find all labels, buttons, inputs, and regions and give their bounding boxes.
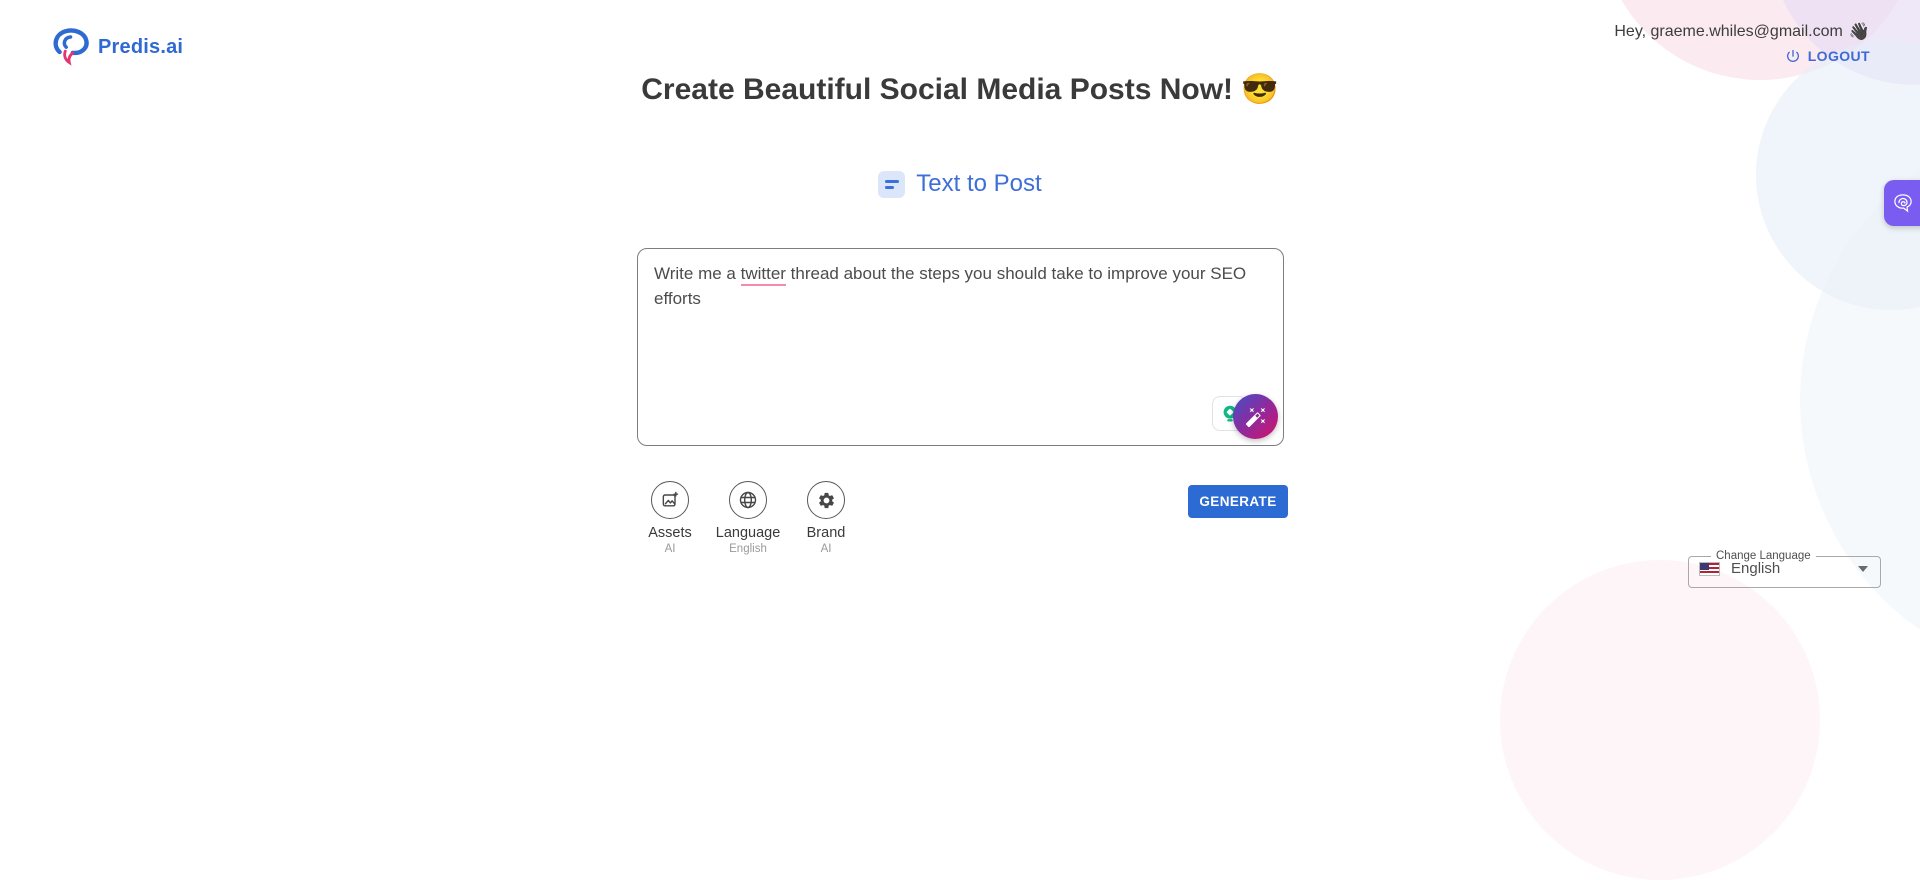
- prompt-text-before: Write me a: [654, 264, 741, 283]
- add-image-icon: [651, 481, 689, 519]
- change-language-select[interactable]: Change Language English: [1688, 550, 1881, 588]
- change-language-inner: English: [1699, 560, 1870, 577]
- brand-option-button[interactable]: Brand AI: [794, 481, 858, 555]
- brain-outline-icon: [1890, 190, 1916, 216]
- predis-logo[interactable]: Predis.ai: [50, 24, 183, 71]
- prompt-area: Write me a twitter thread about the step…: [637, 248, 1284, 446]
- language-label: Language: [715, 525, 781, 541]
- brand-name: Predis.ai: [98, 36, 184, 58]
- logout-button[interactable]: LOGOUT: [1785, 48, 1870, 64]
- generate-button[interactable]: GENERATE: [1188, 485, 1288, 518]
- magic-wand-icon: [1245, 406, 1267, 428]
- logout-label: LOGOUT: [1807, 48, 1870, 64]
- globe-icon: [729, 481, 767, 519]
- tab-label: Text to Post: [916, 170, 1042, 197]
- bg-circle-pink-bottom: [1500, 560, 1820, 880]
- options-row: Assets AI Language English Brand AI: [638, 481, 858, 555]
- brain-logo-icon: [50, 24, 92, 71]
- power-icon: [1785, 48, 1801, 64]
- greeting-text: Hey, graeme.whiles@gmail.com: [1614, 23, 1843, 40]
- prompt-input[interactable]: Write me a twitter thread about the step…: [637, 248, 1284, 446]
- change-language-value: English: [1731, 560, 1781, 577]
- language-sublabel: English: [729, 543, 767, 555]
- assets-label: Assets: [648, 525, 692, 541]
- sunglasses-emoji: 😎: [1241, 73, 1279, 106]
- prompt-misspelled-word: twitter: [740, 264, 786, 286]
- user-greeting: Hey, graeme.whiles@gmail.com 👋: [1614, 22, 1870, 42]
- us-flag-icon: [1699, 561, 1720, 576]
- tab-text-to-post[interactable]: Text to Post: [0, 170, 1920, 198]
- predis-assistant-fab[interactable]: [1884, 180, 1920, 226]
- assets-sublabel: AI: [664, 543, 676, 555]
- page-title-text: Create Beautiful Social Media Posts Now!: [641, 73, 1234, 106]
- magic-wand-button[interactable]: [1233, 394, 1278, 439]
- wave-emoji: 👋: [1848, 22, 1870, 41]
- account-area: Hey, graeme.whiles@gmail.com 👋 LOGOUT: [1614, 22, 1870, 69]
- brand-label: Brand: [806, 525, 846, 541]
- brand-sublabel: AI: [820, 543, 832, 555]
- gear-icon: [807, 481, 845, 519]
- chevron-down-icon: [1858, 565, 1868, 572]
- language-option-button[interactable]: Language English: [716, 481, 780, 555]
- page-title: Create Beautiful Social Media Posts Now!…: [0, 72, 1920, 107]
- short-text-icon: [878, 170, 906, 198]
- assets-option-button[interactable]: Assets AI: [638, 481, 702, 555]
